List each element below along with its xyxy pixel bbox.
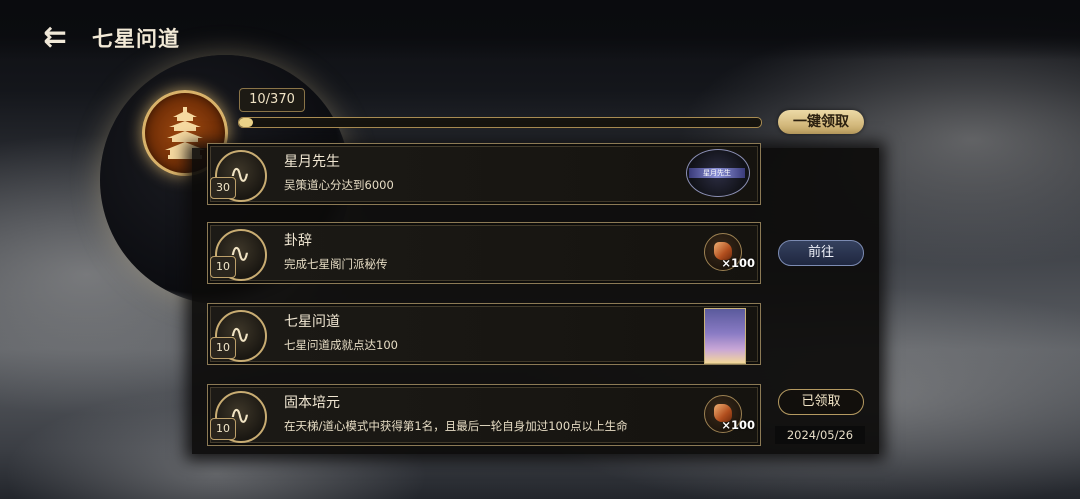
back-arrow-icon[interactable]: ⇇ — [32, 22, 78, 52]
level-badge: 30 — [210, 177, 236, 199]
claimed-button[interactable]: 已领取 — [778, 389, 864, 415]
progress-bar — [238, 117, 762, 128]
task-name: 卦辞 — [284, 233, 312, 249]
progress-fill — [239, 118, 254, 127]
task-name: 七星问道 — [284, 314, 340, 330]
reward-title-label: 星月先生 — [689, 168, 745, 178]
task-desc: 七星问道成就点达100 — [284, 338, 398, 352]
go-button[interactable]: 前往 — [778, 240, 864, 266]
task-row: ∿ 10 固本培元 在天梯/道心模式中获得第1名，且最后一轮自身加过100点以上… — [207, 384, 761, 446]
task-row: ∿ 10 卦辞 完成七星阁门派秘传 ×100 — [207, 222, 761, 284]
task-name: 固本培元 — [284, 395, 340, 411]
page-title: 七星问道 — [92, 27, 180, 51]
level-badge: 10 — [210, 418, 236, 440]
level-badge: 10 — [210, 337, 236, 359]
claim-all-button[interactable]: 一键领取 — [778, 110, 864, 134]
reward-quantity: ×100 — [721, 418, 755, 432]
task-desc: 在天梯/道心模式中获得第1名，且最后一轮自身加过100点以上生命 — [284, 419, 628, 433]
progress-count: 10/370 — [239, 88, 305, 112]
task-desc: 吴策道心分达到6000 — [284, 178, 394, 192]
reward-quantity: ×100 — [721, 256, 755, 270]
reward-title-icon[interactable]: 星月先生 — [686, 149, 750, 197]
task-name: 星月先生 — [284, 154, 340, 170]
task-row: ∿ 30 星月先生 吴策道心分达到6000 星月先生 — [207, 143, 761, 205]
claim-date: 2024/05/26 — [775, 426, 865, 444]
task-row: ∿ 10 七星问道 七星问道成就点达100 — [207, 303, 761, 365]
task-desc: 完成七星阁门派秘传 — [284, 257, 388, 271]
reward-card-icon[interactable] — [704, 308, 746, 364]
level-badge: 10 — [210, 256, 236, 278]
